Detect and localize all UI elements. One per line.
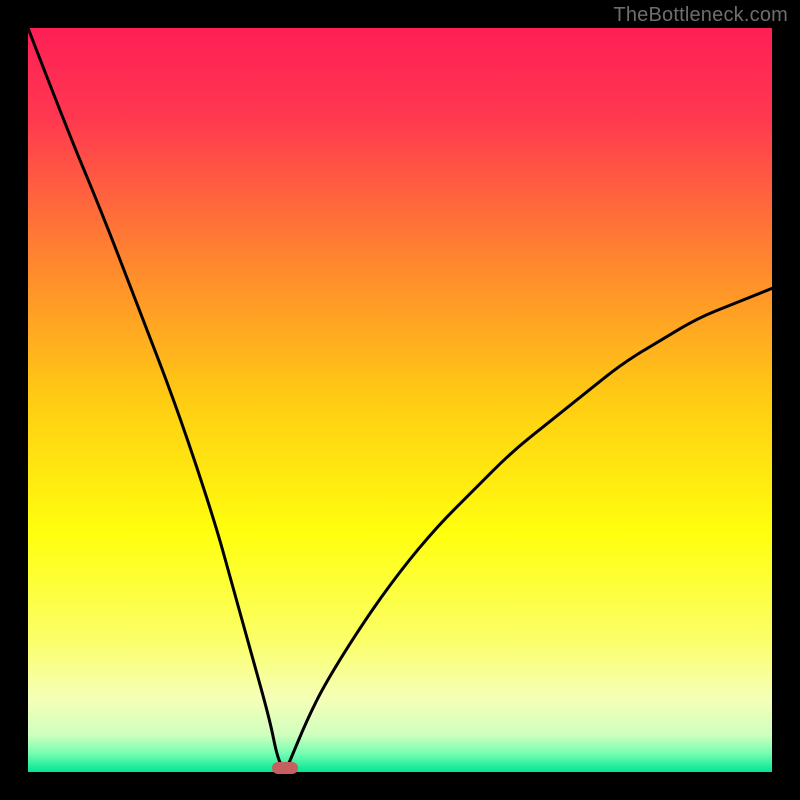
optimal-marker bbox=[272, 762, 298, 774]
plot-area bbox=[28, 28, 772, 772]
watermark-text: TheBottleneck.com bbox=[613, 4, 788, 27]
bottleneck-curve bbox=[28, 28, 772, 770]
curve-layer bbox=[28, 28, 772, 772]
chart-frame: TheBottleneck.com bbox=[0, 0, 800, 800]
